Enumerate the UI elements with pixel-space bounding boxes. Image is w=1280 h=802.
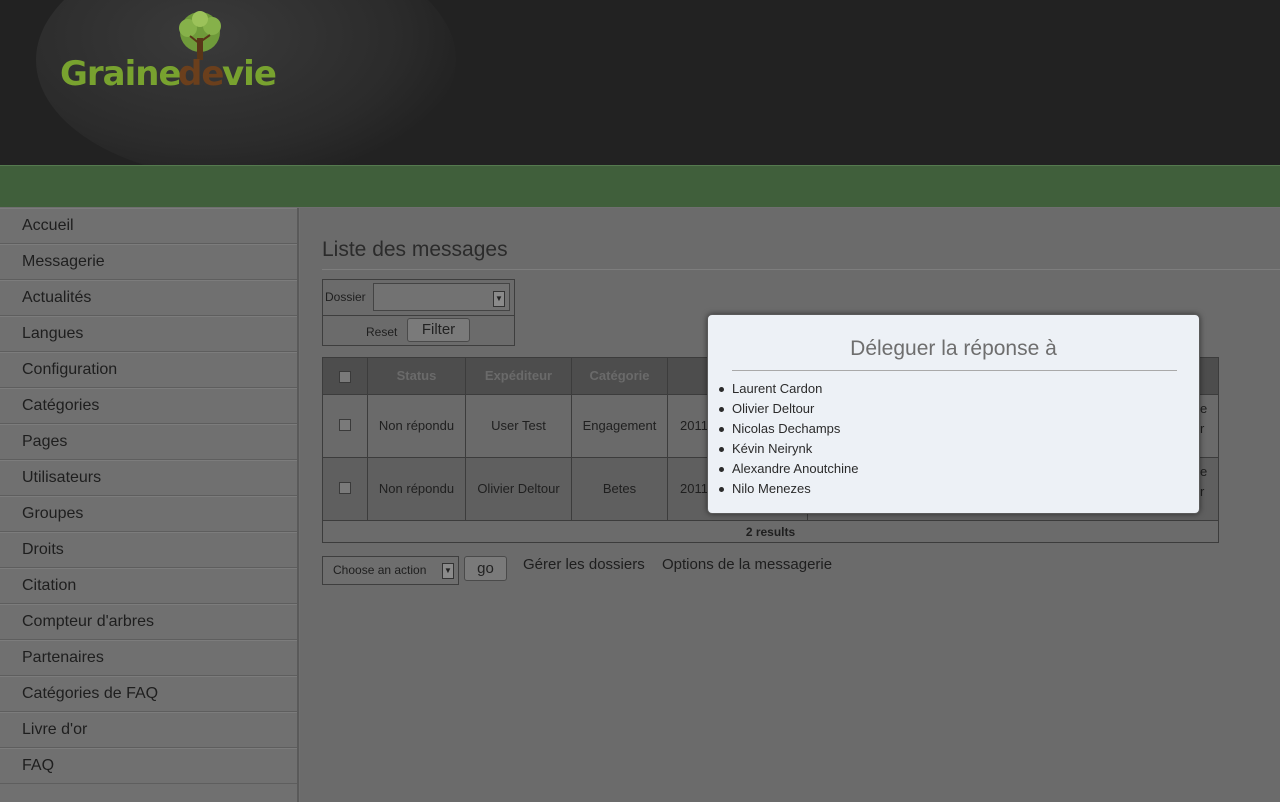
sidebar-item-faq[interactable]: FAQ	[0, 748, 297, 784]
sidebar-item-partenaires[interactable]: Partenaires	[0, 640, 297, 676]
delegate-name: Olivier Deltour	[732, 401, 815, 416]
sidebar-item-compteur-arbres[interactable]: Compteur d'arbres	[0, 604, 297, 640]
chevron-down-icon: ▼	[493, 291, 505, 307]
modal-title: Déleguer la réponse à	[850, 337, 1057, 360]
row-checkbox-cell[interactable]	[323, 458, 368, 520]
delegate-name: Nicolas Dechamps	[732, 421, 841, 436]
bullet-icon	[719, 487, 724, 492]
row-trailing-text: e r	[1200, 458, 1218, 520]
row-sender: User Test	[466, 395, 572, 457]
delegate-name: Kévin Neirynk	[732, 441, 813, 456]
row-checkbox-cell[interactable]	[323, 395, 368, 457]
delegate-name: Nilo Menezes	[732, 481, 811, 496]
title-divider	[322, 269, 1280, 270]
manage-folders-link[interactable]: Gérer les dossiers	[523, 556, 645, 573]
row-checkbox[interactable]	[339, 481, 351, 494]
logo-word-graine: Graine	[60, 54, 182, 94]
sidebar-item-langues[interactable]: Langues	[0, 316, 297, 352]
action-select-value: Choose an action	[333, 563, 427, 577]
row-trailing-text: e r	[1200, 395, 1218, 457]
row-checkbox[interactable]	[339, 418, 351, 431]
row-status: Non répondu	[368, 395, 466, 457]
sidebar-item-configuration[interactable]: Configuration	[0, 352, 297, 388]
header-expediteur[interactable]: Expéditeur	[466, 358, 572, 394]
delegate-item[interactable]: Nilo Menezes	[719, 479, 858, 499]
logo-word-vie: vie	[222, 54, 277, 94]
sidebar-item-actualites[interactable]: Actualités	[0, 280, 297, 316]
page-title: Liste des messages	[322, 238, 508, 261]
delegate-item[interactable]: Kévin Neirynk	[719, 439, 858, 459]
results-count: 2 results	[323, 520, 1218, 542]
sidebar-item-droits[interactable]: Droits	[0, 532, 297, 568]
sidebar: Accueil Messagerie Actualités Langues Co…	[0, 208, 299, 802]
delegate-item[interactable]: Laurent Cardon	[719, 379, 858, 399]
delegate-modal: Déleguer la réponse à Laurent Cardon Oli…	[707, 314, 1200, 514]
bullet-icon	[719, 407, 724, 412]
header-status[interactable]: Status	[368, 358, 466, 394]
sidebar-item-utilisateurs[interactable]: Utilisateurs	[0, 460, 297, 496]
bullet-icon	[719, 447, 724, 452]
site-header: Graine de vie	[0, 0, 1280, 165]
sidebar-item-citation[interactable]: Citation	[0, 568, 297, 604]
site-logo[interactable]: Graine de vie	[60, 10, 290, 100]
sidebar-item-accueil[interactable]: Accueil	[0, 208, 297, 244]
row-category: Engagement	[572, 395, 668, 457]
row-trailing-2: r	[1200, 484, 1205, 499]
messaging-options-link[interactable]: Options de la messagerie	[662, 556, 832, 573]
bullet-icon	[719, 387, 724, 392]
nav-bar	[0, 165, 1280, 207]
sidebar-item-categories[interactable]: Catégories	[0, 388, 297, 424]
sidebar-item-livre-or[interactable]: Livre d'or	[0, 712, 297, 748]
chevron-down-icon: ▼	[442, 563, 454, 579]
filter-box: Dossier ▼ Reset Filter	[322, 279, 515, 346]
row-trailing-2: r	[1200, 421, 1205, 436]
bullet-icon	[719, 467, 724, 472]
select-all-checkbox[interactable]	[339, 370, 351, 383]
sidebar-item-messagerie[interactable]: Messagerie	[0, 244, 297, 280]
modal-divider	[732, 370, 1177, 371]
dossier-select[interactable]: ▼	[373, 283, 510, 311]
action-select[interactable]: Choose an action ▼	[322, 556, 459, 585]
row-category: Betes	[572, 458, 668, 520]
logo-word-de: de	[178, 54, 224, 94]
delegate-list: Laurent Cardon Olivier Deltour Nicolas D…	[719, 379, 859, 499]
delegate-name: Alexandre Anoutchine	[732, 461, 859, 476]
bullet-icon	[719, 427, 724, 432]
row-status: Non répondu	[368, 458, 466, 520]
delegate-item[interactable]: Olivier Deltour	[719, 399, 858, 419]
header-select-all[interactable]	[323, 358, 368, 394]
delegate-name: Laurent Cardon	[732, 381, 823, 396]
dossier-label: Dossier	[325, 290, 366, 304]
filter-divider	[323, 315, 514, 316]
row-sender: Olivier Deltour	[466, 458, 572, 520]
sidebar-item-pages[interactable]: Pages	[0, 424, 297, 460]
sidebar-item-categories-faq[interactable]: Catégories de FAQ	[0, 676, 297, 712]
go-button[interactable]: go	[464, 556, 507, 581]
delegate-item[interactable]: Alexandre Anoutchine	[719, 459, 859, 479]
sidebar-item-groupes[interactable]: Groupes	[0, 496, 297, 532]
reset-link[interactable]: Reset	[366, 325, 397, 339]
row-trailing-1: e	[1200, 401, 1208, 416]
delegate-item[interactable]: Nicolas Dechamps	[719, 419, 858, 439]
row-trailing-1: e	[1200, 464, 1208, 479]
header-categorie[interactable]: Catégorie	[572, 358, 668, 394]
filter-button[interactable]: Filter	[407, 318, 470, 342]
